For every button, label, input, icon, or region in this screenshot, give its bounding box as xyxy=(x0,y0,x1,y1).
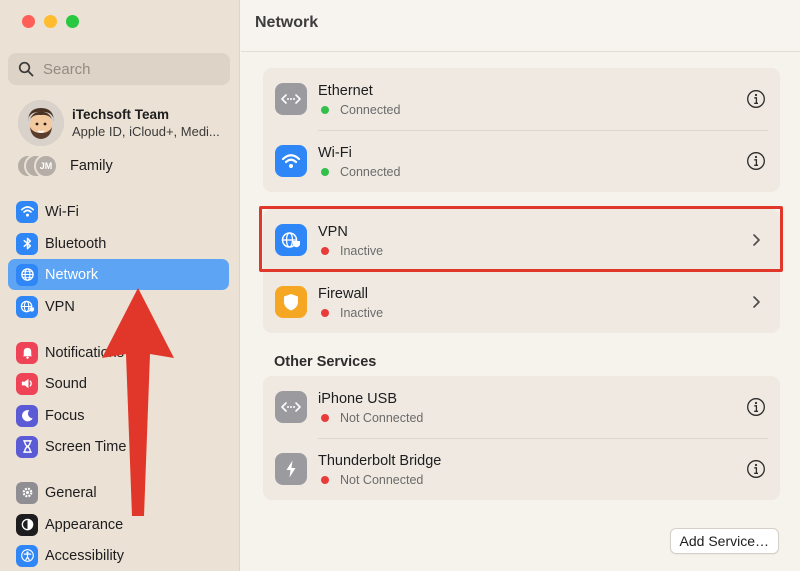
apple-id-account[interactable]: iTechsoft Team Apple ID, iCloud+, Medi..… xyxy=(18,100,220,146)
status-text: Connected xyxy=(340,164,401,179)
service-status: Connected xyxy=(318,103,400,117)
speaker-icon xyxy=(16,372,38,395)
status-dot xyxy=(321,308,329,317)
other-services-group: iPhone USB Not Connected Thunderbolt Bri… xyxy=(263,376,780,500)
sidebar-item-label: Sound xyxy=(45,375,87,392)
service-status: Not Connected xyxy=(318,411,423,425)
hourglass-icon xyxy=(16,435,38,458)
service-row-ethernet[interactable]: Ethernet Connected xyxy=(263,68,780,130)
vpn-globe-icon xyxy=(16,295,38,318)
status-text: Not Connected xyxy=(340,410,424,425)
thunderbolt-icon xyxy=(275,453,307,485)
section-title-other-services: Other Services xyxy=(274,354,377,370)
status-dot xyxy=(321,475,329,484)
status-text: Not Connected xyxy=(340,472,424,487)
sidebar-item-label: Focus xyxy=(45,407,85,424)
service-status: Inactive xyxy=(318,306,383,320)
sidebar: iTechsoft Team Apple ID, iCloud+, Medi..… xyxy=(0,0,240,571)
services-group: Ethernet Connected Wi-Fi Connected xyxy=(263,68,780,192)
sidebar-item-bluetooth[interactable]: Bluetooth xyxy=(8,228,229,259)
sidebar-item-accessibility[interactable]: Accessibility xyxy=(8,540,229,571)
ethernet-icon xyxy=(275,391,307,423)
globe-icon xyxy=(16,263,38,286)
account-subtitle: Apple ID, iCloud+, Medi... xyxy=(72,124,220,139)
family-initials: JM xyxy=(34,154,58,178)
service-name: iPhone USB xyxy=(318,390,397,407)
window-controls xyxy=(22,15,79,28)
bell-icon xyxy=(16,341,38,364)
chevron-right-icon[interactable] xyxy=(746,292,766,312)
add-service-button[interactable]: Add Service… xyxy=(669,528,779,554)
zoom-window-button[interactable] xyxy=(66,15,79,28)
service-row-wifi[interactable]: Wi-Fi Connected xyxy=(263,130,780,192)
main-pane: Network Ethernet Connected Wi-Fi Connect… xyxy=(241,0,800,571)
search-icon xyxy=(18,61,34,77)
service-row-firewall[interactable]: Firewall Inactive xyxy=(263,271,780,333)
info-icon[interactable] xyxy=(746,397,766,417)
info-icon[interactable] xyxy=(746,151,766,171)
status-dot xyxy=(321,246,329,255)
search-input[interactable] xyxy=(43,60,213,78)
info-icon[interactable] xyxy=(746,89,766,109)
page-title: Network xyxy=(255,14,319,31)
sidebar-item-label: General xyxy=(45,484,97,501)
appearance-icon xyxy=(16,513,38,536)
sidebar-item-network[interactable]: Network xyxy=(8,259,229,290)
status-dot xyxy=(321,167,329,176)
status-text: Connected xyxy=(340,102,401,117)
service-name: Wi-Fi xyxy=(318,144,352,161)
titlebar: Network xyxy=(241,0,800,52)
sidebar-item-label: VPN xyxy=(45,298,75,315)
shield-icon xyxy=(275,286,307,318)
service-row-iphone-usb[interactable]: iPhone USB Not Connected xyxy=(263,376,780,438)
status-text: Inactive xyxy=(340,243,384,258)
sidebar-item-wifi[interactable]: Wi-Fi xyxy=(8,196,229,227)
close-window-button[interactable] xyxy=(22,15,35,28)
service-row-thunderbolt-bridge[interactable]: Thunderbolt Bridge Not Connected xyxy=(263,438,780,500)
security-group: VPN Inactive Firewall Inactive xyxy=(263,209,780,333)
sidebar-item-label: Bluetooth xyxy=(45,235,107,252)
moon-icon xyxy=(16,404,38,427)
ethernet-icon xyxy=(275,83,307,115)
sidebar-item-label: Accessibility xyxy=(45,547,124,564)
service-status: Inactive xyxy=(318,244,383,258)
sidebar-item-label: Wi-Fi xyxy=(45,203,79,220)
avatar xyxy=(18,100,64,146)
accessibility-icon xyxy=(16,544,38,567)
annotation-arrow xyxy=(102,288,174,516)
service-status: Not Connected xyxy=(318,473,441,487)
status-dot xyxy=(321,413,329,422)
family-label: Family xyxy=(70,158,113,174)
search-field[interactable] xyxy=(8,53,230,85)
minimize-window-button[interactable] xyxy=(44,15,57,28)
gear-icon xyxy=(16,481,38,504)
vpn-globe-icon xyxy=(275,224,307,256)
sidebar-item-label: Appearance xyxy=(45,516,124,533)
wifi-icon xyxy=(275,145,307,177)
service-name: Thunderbolt Bridge xyxy=(318,452,442,469)
account-name: iTechsoft Team xyxy=(72,107,170,122)
service-name: Firewall xyxy=(318,285,368,302)
service-status: Connected xyxy=(318,165,400,179)
wifi-icon xyxy=(16,200,38,223)
sidebar-item-label: Network xyxy=(45,266,99,283)
service-name: Ethernet xyxy=(318,82,373,99)
bluetooth-icon xyxy=(16,232,38,255)
info-icon[interactable] xyxy=(746,459,766,479)
family-avatars: JM xyxy=(16,154,60,178)
sidebar-item-family[interactable]: JM Family xyxy=(16,154,113,178)
service-name: VPN xyxy=(318,223,348,240)
status-text: Inactive xyxy=(340,305,384,320)
chevron-right-icon[interactable] xyxy=(746,230,766,250)
status-dot xyxy=(321,105,329,114)
service-row-vpn[interactable]: VPN Inactive xyxy=(263,209,780,271)
